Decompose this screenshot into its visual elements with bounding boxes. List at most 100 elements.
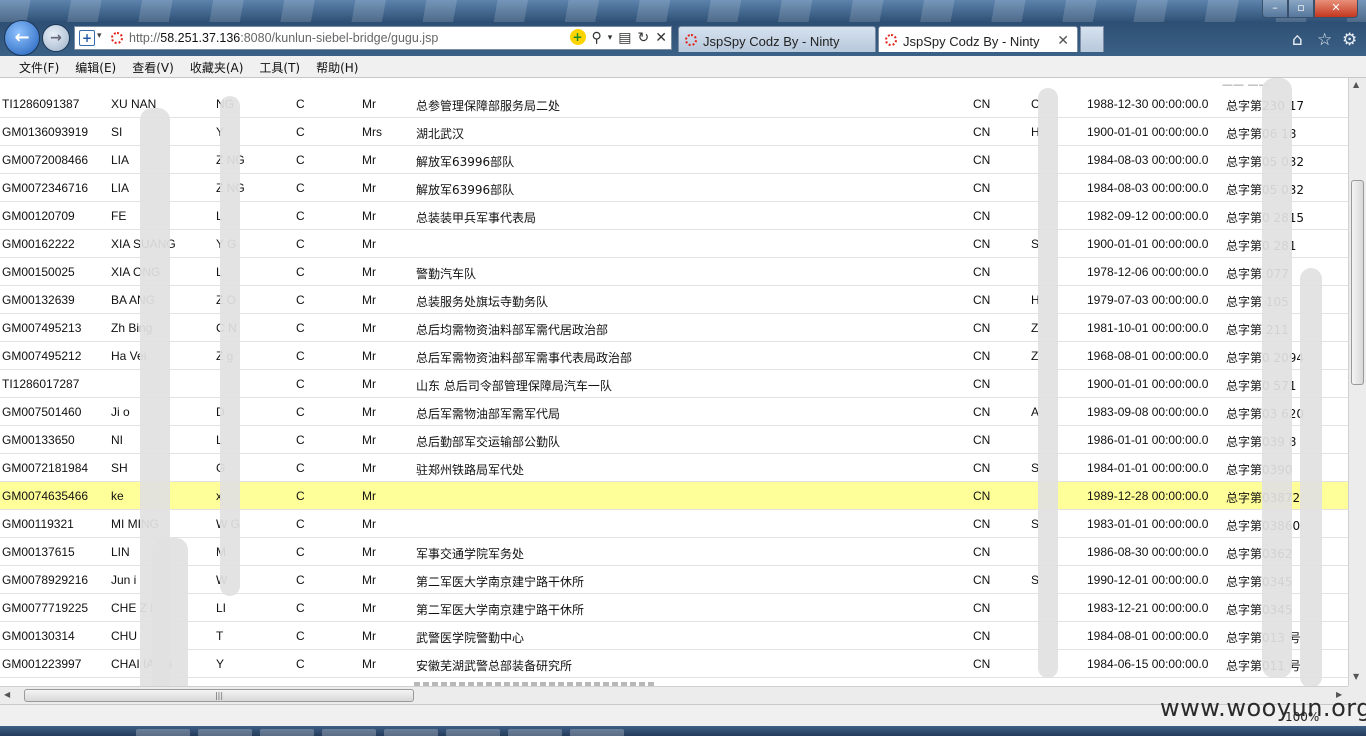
table-row[interactable]: GM007495212Ha VeiZ gCMr总后军需物资油料部军需事代表局政治…: [0, 342, 1348, 370]
firstname-cell: SH: [111, 461, 128, 475]
close-tab-icon[interactable]: ✕: [1057, 32, 1069, 49]
title-cell: Mr: [362, 209, 376, 223]
table-row[interactable]: TI1286017287 C Mr 山东 总后司令部管理保障局汽车一队 CN 1900-0…: [0, 370, 1348, 398]
title-cell: Mr: [362, 657, 376, 671]
back-button[interactable]: ←: [4, 20, 40, 56]
gear-icon[interactable]: ⚙: [1342, 30, 1357, 50]
redaction-smear: [220, 96, 240, 596]
close-window-button[interactable]: ✕: [1314, 0, 1358, 18]
table-row[interactable]: GM001223997CHAI IANGYCMr安徽芜湖武警总部装备研究所CN1…: [0, 650, 1348, 678]
unit-cell: 总装装甲兵军事代表局: [416, 211, 537, 225]
menu-tools[interactable]: 工具(T): [259, 56, 300, 77]
table-row[interactable]: TI1286091387XU NANNGCMr总参管理保障部服务局二处CNC19…: [0, 90, 1348, 118]
unit-cell: 警勤汽车队: [416, 267, 477, 281]
table-row[interactable]: GM007501460Ji oDCMr总后军需物油部军需军代局CNA1983-0…: [0, 398, 1348, 426]
table-row[interactable]: GM00119321MI MINGW GCMrCNS1983-01-01 00:…: [0, 510, 1348, 538]
table-row[interactable]: GM00137615LINMCMr军事交通学院军务处CN1986-08-30 0…: [0, 538, 1348, 566]
type-cell: C: [296, 237, 305, 251]
table-row[interactable]: GM00132639BA ANGZ OCMr总装服务处旗坛寺勤务队CNH1979…: [0, 286, 1348, 314]
title-cell: Mr: [362, 349, 376, 363]
add-on-icon[interactable]: +: [79, 30, 95, 46]
scroll-left-icon[interactable]: ◀: [4, 690, 10, 699]
compat-page-icon[interactable]: ▤: [618, 29, 631, 47]
date-cell: 1984-08-03 00:00:00.0: [1087, 181, 1209, 195]
forward-button[interactable]: →: [42, 24, 70, 52]
firstname-cell: FE: [111, 209, 127, 223]
home-icon[interactable]: ⌂: [1292, 30, 1303, 50]
unit-cell: 总后军需物油部军需军代局: [416, 407, 561, 421]
table-row[interactable]: GM00120709FELCMr总装装甲兵军事代表局CN1982-09-12 0…: [0, 202, 1348, 230]
table-row[interactable]: GM0078929216Jun iWCMr第二军医大学南京建宁路干休所CNS19…: [0, 566, 1348, 594]
horizontal-scrollbar[interactable]: ◀ ||| ▶: [0, 686, 1348, 704]
vertical-scrollbar[interactable]: ▲ ▼: [1348, 78, 1366, 686]
minimize-button[interactable]: –: [1262, 0, 1288, 18]
id-cell: GM001223997: [2, 657, 82, 671]
table-row[interactable]: GM00130314 CHU T C Mr 武警医学院警勤中心 CN 1984-08-01 0…: [0, 622, 1348, 650]
table-row[interactable]: GM00162222XIA SUANGY GCMrCNS1900-01-01 0…: [0, 230, 1348, 258]
date-cell: 1984-01-01 00:00:00.0: [1087, 461, 1209, 475]
lastname-cell: Y: [216, 657, 225, 671]
table-row[interactable]: GM0136093919SIYCMrs湖北武汉CNH1900-01-01 00:…: [0, 118, 1348, 146]
new-tab-button[interactable]: [1080, 26, 1104, 52]
type-cell: C: [296, 349, 305, 363]
table-row[interactable]: GM0072181984SHGCMr驻郑州铁路局军代处CNS1984-01-01…: [0, 454, 1348, 482]
tab-jspspy-2-active[interactable]: JspSpy Codz By - Ninty ✕: [878, 26, 1078, 52]
arrow-left-icon: ←: [14, 27, 30, 48]
title-cell: Mr: [362, 377, 376, 391]
menu-view[interactable]: 查看(V): [132, 56, 174, 77]
type-cell: C: [296, 461, 305, 475]
scroll-thumb[interactable]: [1351, 180, 1364, 385]
stop-icon[interactable]: ✕: [655, 29, 667, 47]
jspspy-favicon-icon: [685, 34, 697, 46]
id-cell: GM00130314: [2, 629, 75, 643]
chevron-down-icon[interactable]: ▾: [97, 31, 102, 41]
table-row[interactable]: GM0072008466LIAZ NGCMr解放军63996部队CN1984-0…: [0, 146, 1348, 174]
favorites-star-icon[interactable]: ☆: [1317, 30, 1332, 50]
title-cell: Mr: [362, 153, 376, 167]
menu-help[interactable]: 帮助(H): [316, 56, 358, 77]
tab-jspspy-1[interactable]: JspSpy Codz By - Ninty: [678, 26, 876, 52]
unit-cell: 总参管理保障部服务局二处: [416, 99, 561, 113]
menu-file[interactable]: 文件(F): [19, 56, 59, 77]
scroll-down-icon[interactable]: ▼: [1353, 672, 1359, 681]
scroll-up-icon[interactable]: ▲: [1353, 80, 1359, 89]
table-row[interactable]: GM0072346716LIAZ NGCMr解放军63996部队CN1984-0…: [0, 174, 1348, 202]
date-cell: 1984-06-15 00:00:00.0: [1087, 657, 1209, 671]
refresh-icon[interactable]: ↻: [638, 29, 650, 47]
title-cell: Mr: [362, 293, 376, 307]
table-row[interactable]: GM0077719225CHE Z NGLICMr第二军医大学南京建宁路干休所C…: [0, 594, 1348, 622]
url-text[interactable]: http://58.251.37.136:8080/kunlun-siebel-…: [129, 31, 438, 45]
country-cell: CN: [973, 657, 991, 671]
title-cell: Mr: [362, 97, 376, 111]
table-row[interactable]: GM007495213Zh BingC NCMr总后均需物资油料部军需代居政治部…: [0, 314, 1348, 342]
country-cell: CN: [973, 573, 991, 587]
firstname-cell: LIA: [111, 153, 130, 167]
chevron-down-icon[interactable]: ▾: [608, 29, 613, 47]
maximize-button[interactable]: ▫: [1288, 0, 1314, 18]
id-cell: GM00162222: [2, 237, 75, 251]
type-cell: C: [296, 405, 305, 419]
table-row[interactable]: GM00133650NILCMr总后勤部军交运输部公勤队CN1986-01-01…: [0, 426, 1348, 454]
date-cell: 1990-12-01 00:00:00.0: [1087, 573, 1209, 587]
tab-title: JspSpy Codz By - Ninty: [903, 34, 1040, 49]
id-cell: GM00119321: [2, 517, 74, 531]
menu-bar: 文件(F) 编辑(E) 查看(V) 收藏夹(A) 工具(T) 帮助(H): [0, 56, 1366, 78]
country-cell: CN: [973, 153, 991, 167]
id-cell: GM007495212: [2, 349, 82, 363]
id-cell: GM00150025: [2, 265, 75, 279]
table-row[interactable]: GM00150025XIA ONGLCMr警勤汽车队CN1978-12-06 0…: [0, 258, 1348, 286]
search-icon[interactable]: ⚲: [592, 29, 602, 47]
country-cell: CN: [973, 293, 991, 307]
title-cell: Mr: [362, 489, 376, 503]
type-cell: C: [296, 293, 305, 307]
scroll-thumb[interactable]: |||: [24, 689, 414, 702]
id-cell: GM0072346716: [2, 181, 89, 195]
date-cell: 1984-08-03 00:00:00.0: [1087, 153, 1209, 167]
menu-edit[interactable]: 编辑(E): [75, 56, 116, 77]
compatibility-view-icon[interactable]: +: [569, 29, 586, 45]
title-cell: Mr: [362, 265, 376, 279]
address-bar[interactable]: + ▾ http://58.251.37.136:8080/kunlun-sie…: [74, 26, 672, 50]
table-row[interactable]: GM0074635466 ke x C Mr CN 1989-12-28 00:00:00.…: [0, 482, 1348, 510]
menu-favorites[interactable]: 收藏夹(A): [190, 56, 244, 77]
country-cell: CN: [973, 321, 991, 335]
